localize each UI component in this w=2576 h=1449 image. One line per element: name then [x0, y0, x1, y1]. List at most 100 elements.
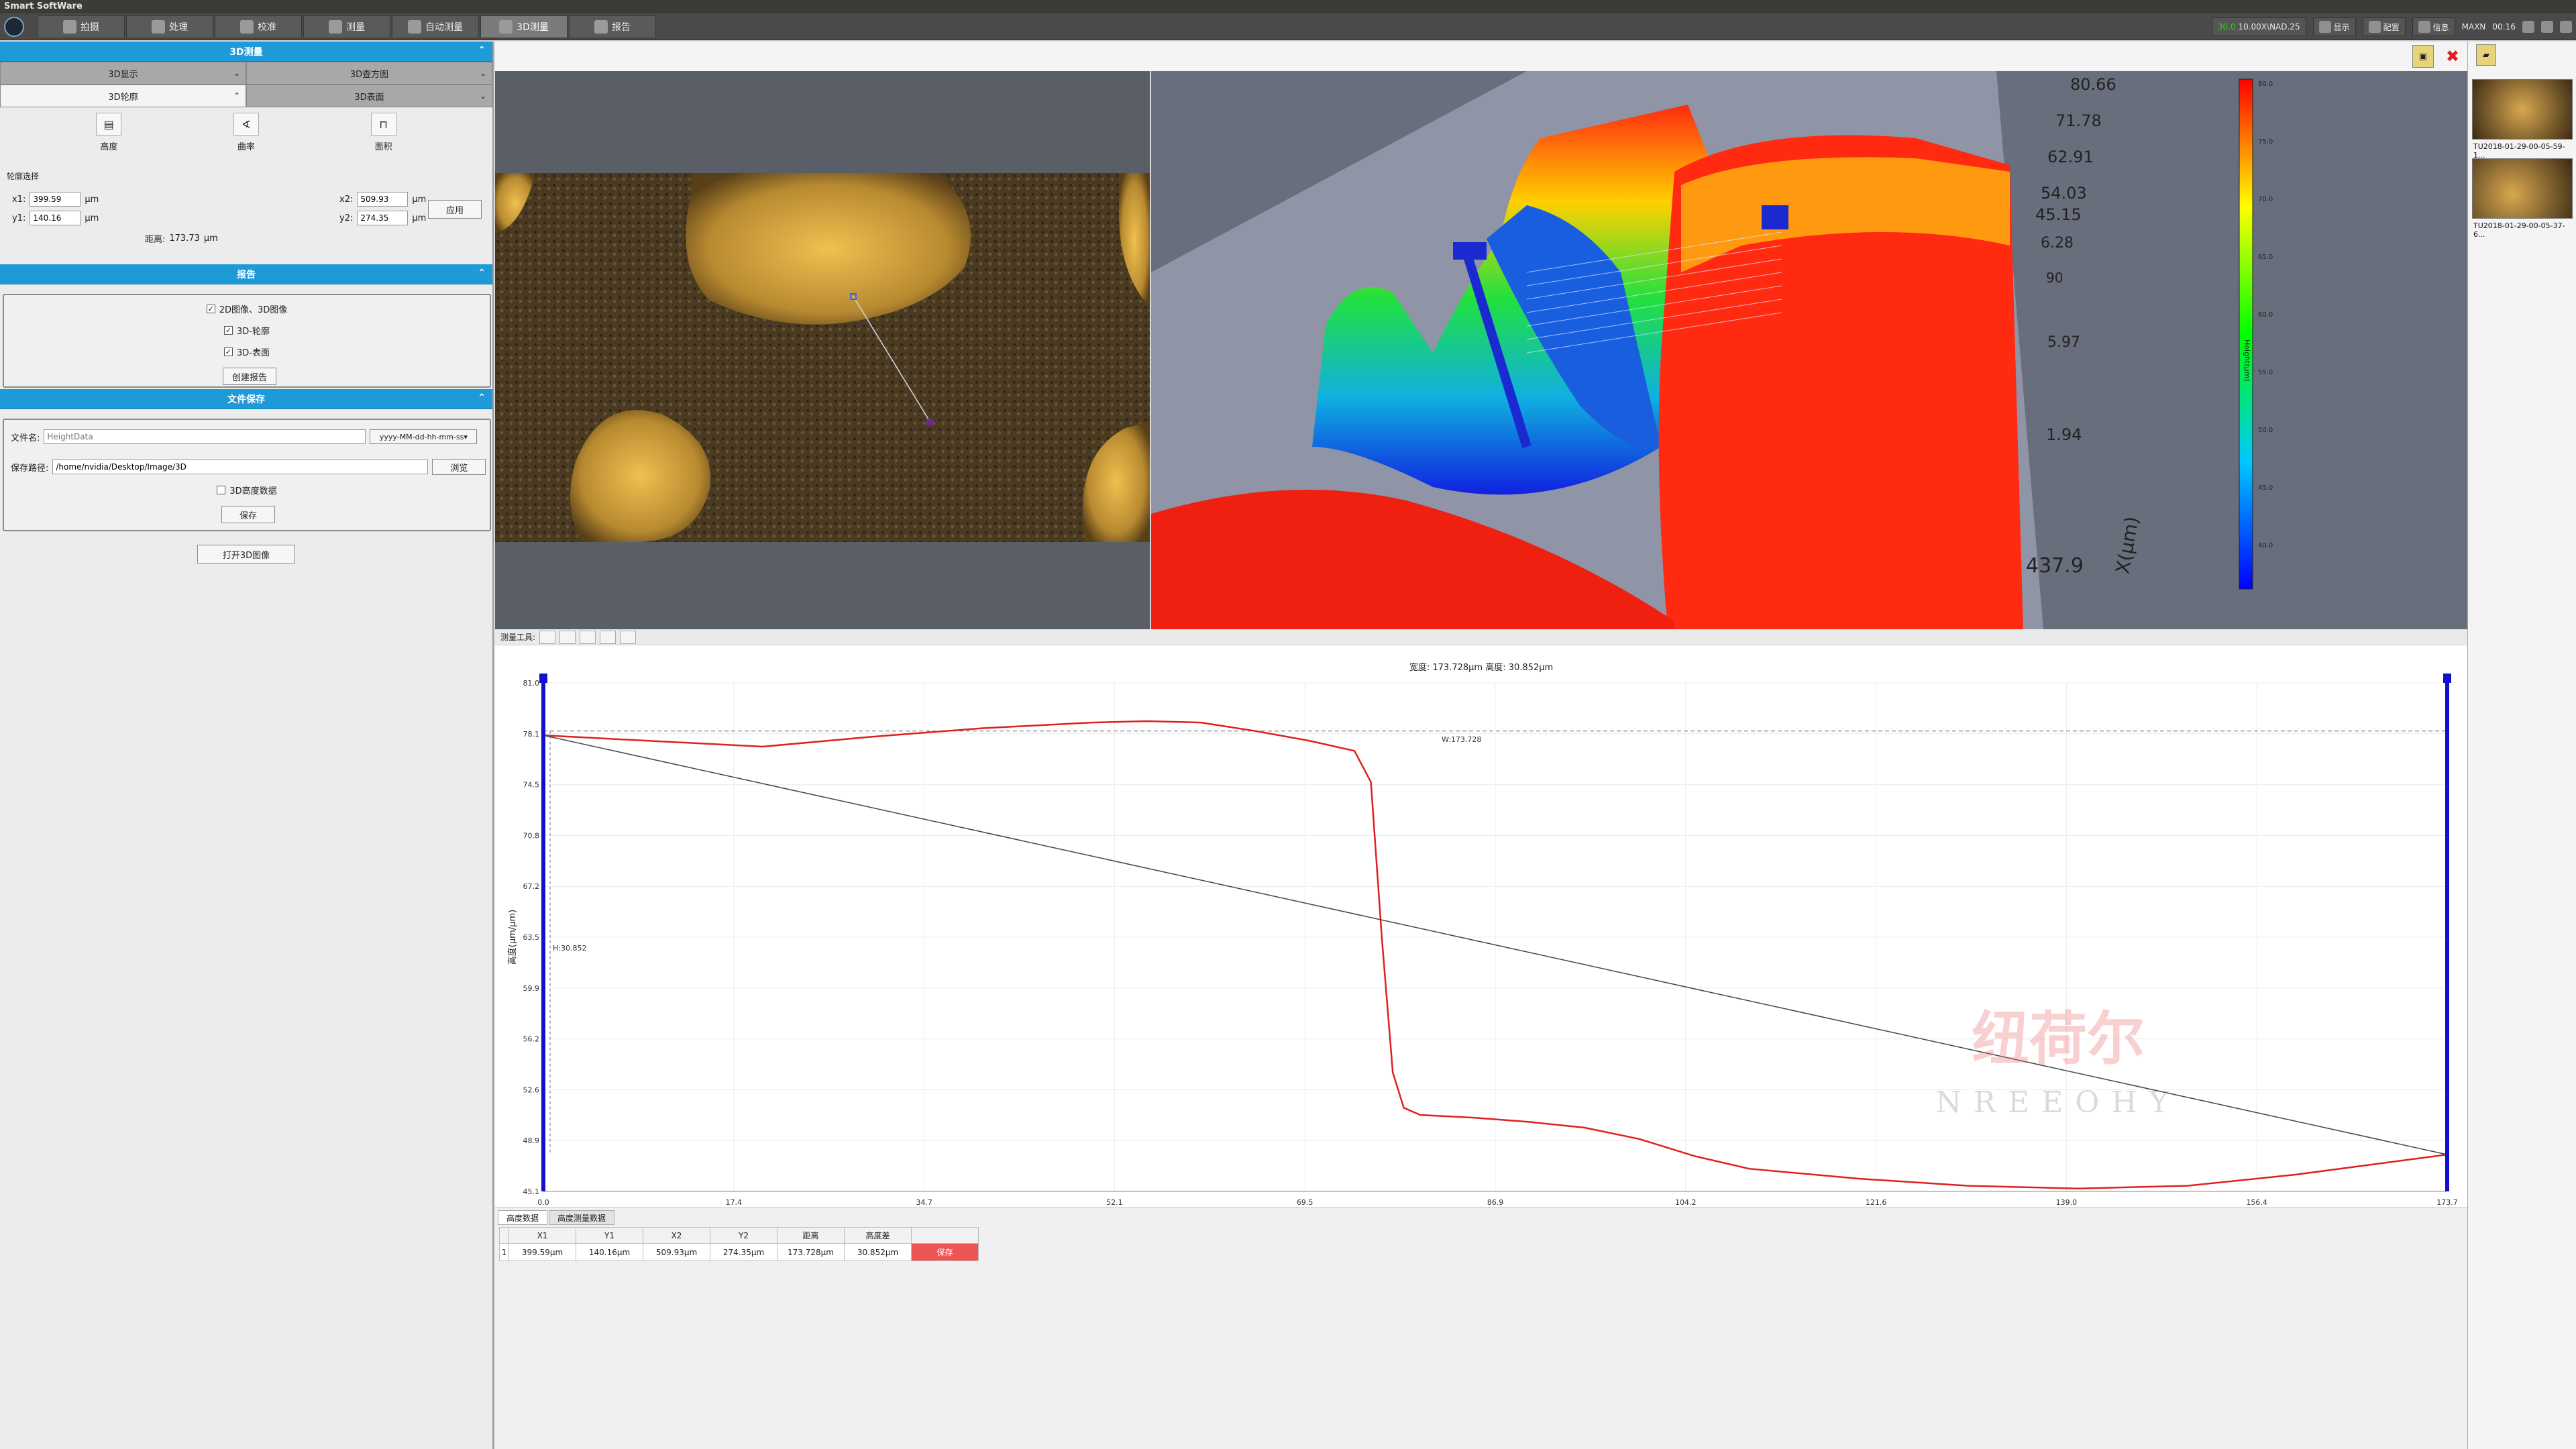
filename-input[interactable]	[44, 429, 366, 444]
y2-input[interactable]	[357, 211, 409, 225]
3d-surface-view[interactable]: 80.66 71.78 62.91 54.03 45.15 6.28 90 5.…	[1151, 71, 2467, 629]
app-logo[interactable]	[4, 17, 24, 37]
tool-curvature[interactable]: ∢ 曲率	[216, 113, 276, 152]
info-icon	[2418, 21, 2430, 33]
image-process-icon	[152, 20, 165, 34]
section-file-save[interactable]: 文件保存 ⌃	[0, 389, 492, 409]
folder-icon[interactable]: ▰	[2476, 44, 2496, 66]
col-x1: X1	[508, 1227, 576, 1244]
angle-tool-icon[interactable]	[559, 630, 576, 644]
x1-row: x1:μm	[12, 192, 99, 207]
x-tick-label: 121.6	[1866, 1198, 1887, 1207]
x-tick-label: 34.7	[916, 1198, 932, 1207]
tab-3d-measure[interactable]: 3D测量	[480, 15, 568, 38]
z-label-4: 45.15	[2035, 205, 2082, 224]
settings-tool-icon[interactable]	[620, 630, 637, 644]
trash-icon[interactable]	[600, 630, 616, 644]
tab-height-measure-data[interactable]: 高度测量数据	[549, 1210, 615, 1225]
measure-toolbar: 测量工具:	[495, 629, 2467, 645]
minimize-icon[interactable]	[2522, 21, 2534, 33]
checkbox-checked-icon: ✓	[224, 347, 233, 356]
report-box: ✓ 2D图像、3D图像 ✓ 3D-轮廓 ✓ 3D-表面 创建报告	[3, 294, 491, 388]
browse-button[interactable]: 浏览	[432, 459, 486, 475]
profile-tools: ▤ 高度 ∢ 曲率 ⊓ 面积	[0, 107, 492, 152]
save-button[interactable]: 保存	[221, 506, 275, 523]
y1-input[interactable]	[30, 211, 81, 225]
section-3d-measure[interactable]: 3D测量 ⌃	[0, 42, 492, 62]
y-tick-label: 67.2	[523, 882, 540, 891]
chevron-down-icon: ⌄	[479, 68, 486, 78]
y-tick-label: 78.1	[523, 730, 540, 739]
tool-height[interactable]: ▤ 高度	[78, 113, 139, 152]
apply-button[interactable]: 应用	[428, 200, 482, 219]
check-3d-height-data[interactable]: 3D高度数据	[4, 479, 490, 500]
checkbox-checked-icon: ✓	[224, 325, 233, 335]
check-2d-3d-image[interactable]: ✓ 2D图像、3D图像	[4, 298, 490, 319]
subtab-3d-display[interactable]: 3D显示 ⌄	[0, 62, 246, 85]
tab-process[interactable]: 处理	[126, 15, 213, 38]
x2-input[interactable]	[357, 192, 409, 207]
section-report[interactable]: 报告 ⌃	[0, 264, 492, 284]
subtab-3d-surface[interactable]: 3D表面 ⌄	[246, 85, 492, 107]
tab-report[interactable]: 报告	[569, 15, 656, 38]
check-3d-profile[interactable]: ✓ 3D-轮廓	[4, 319, 490, 341]
chevron-down-icon: ⌄	[233, 68, 240, 78]
main-tabs: 拍摄 处理 校准 测量 自动测量 3D测量 报告	[38, 15, 657, 38]
measure-tool-label: 测量工具:	[500, 633, 536, 642]
colorbar-label: Height(μm)	[2243, 339, 2251, 382]
chevron-down-icon: ▾	[464, 432, 468, 441]
profile-chart[interactable]: 0.0 17.4 34.7 52.1 69.5 86.9 104.2 121.6 139.0 15…	[495, 645, 2467, 1208]
left-panel: 3D测量 ⌃ 3D显示 ⌄ 3D查方图 ⌄ 3D轮廓 ⌃ 3D表面 ⌄ ▤ 高度 ∢ 曲率 ⊓…	[0, 42, 494, 1449]
subtabs-row1: 3D显示 ⌄ 3D查方图 ⌄	[0, 62, 492, 85]
show-button[interactable]: 显示	[2312, 17, 2356, 36]
ruler-icon	[240, 20, 254, 34]
col-x2: X2	[643, 1227, 710, 1244]
thumbnail-2[interactable]	[2472, 158, 2573, 219]
z-label-7: 5.97	[2047, 334, 2080, 351]
colorbar-tick-3: 65.0	[2258, 254, 2273, 261]
colorbar-tick-7: 45.0	[2258, 484, 2273, 492]
maximize-icon[interactable]	[2541, 21, 2553, 33]
x-tick-label: 156.4	[2246, 1198, 2267, 1207]
measure-icon	[329, 20, 342, 34]
path-input[interactable]	[52, 460, 429, 474]
tab-capture[interactable]: 拍摄	[38, 15, 125, 38]
row-save-button[interactable]: 保存	[911, 1243, 979, 1261]
config-button[interactable]: 配置	[2362, 17, 2406, 36]
x1-input[interactable]	[30, 192, 81, 207]
save-image-icon[interactable]: ▣	[2412, 45, 2434, 68]
subtab-3d-profile[interactable]: 3D轮廓 ⌃	[0, 85, 246, 107]
tab-measure[interactable]: 测量	[303, 15, 390, 38]
x-tick-label: 139.0	[2056, 1198, 2078, 1207]
table-row[interactable]: 1 399.59μm 140.16μm 509.93μm 274.35μm 17…	[499, 1243, 979, 1261]
x-tick-label: 104.2	[1675, 1198, 1697, 1207]
chevron-up-icon: ⌃	[233, 91, 240, 101]
thumbnail-1[interactable]	[2472, 79, 2573, 140]
create-report-button[interactable]: 创建报告	[223, 368, 276, 385]
open-3d-image-button[interactable]: 打开3D图像	[197, 545, 295, 564]
subtab-3d-histogram[interactable]: 3D查方图 ⌄	[246, 62, 492, 85]
main-toolbar: 拍摄 处理 校准 测量 自动测量 3D测量 报告 30.0 10.00X\NAD.…	[0, 13, 2576, 40]
y-tick-label: 81.0	[523, 679, 540, 688]
check-3d-surface[interactable]: ✓ 3D-表面	[4, 341, 490, 362]
right-cursor-handle	[2443, 674, 2451, 683]
area-icon: ⊓	[370, 113, 396, 136]
tool-area[interactable]: ⊓ 面积	[354, 113, 414, 152]
tab-calibrate[interactable]: 校准	[215, 15, 302, 38]
info-button[interactable]: 信息	[2412, 17, 2455, 36]
microscope-image-view[interactable]	[495, 71, 1150, 629]
system-bar: 30.0 10.00X\NAD.25 显示 配置 信息 MAXN 00:16	[2211, 16, 2572, 38]
z-label-8: 1.94	[2046, 425, 2082, 444]
x2-row: x2:μm	[339, 192, 426, 207]
tab-auto-measure[interactable]: 自动测量	[392, 15, 479, 38]
vertical-tool-icon[interactable]	[580, 630, 596, 644]
tab-height-data[interactable]: 高度数据	[498, 1210, 548, 1225]
y-tick-label: 63.5	[523, 933, 540, 942]
x-tick-label: 173.7	[2436, 1198, 2458, 1207]
filename-format-select[interactable]: yyyy-MM-dd-hh-mm-ss ▾	[370, 429, 478, 444]
line-tool-icon[interactable]	[539, 630, 556, 644]
close-icon[interactable]	[2560, 21, 2572, 33]
close-image-icon[interactable]: ✖	[2442, 45, 2463, 68]
col-y1: Y1	[576, 1227, 643, 1244]
profile-header: 宽度: 173.728μm 高度: 30.852μm	[1409, 663, 1554, 673]
